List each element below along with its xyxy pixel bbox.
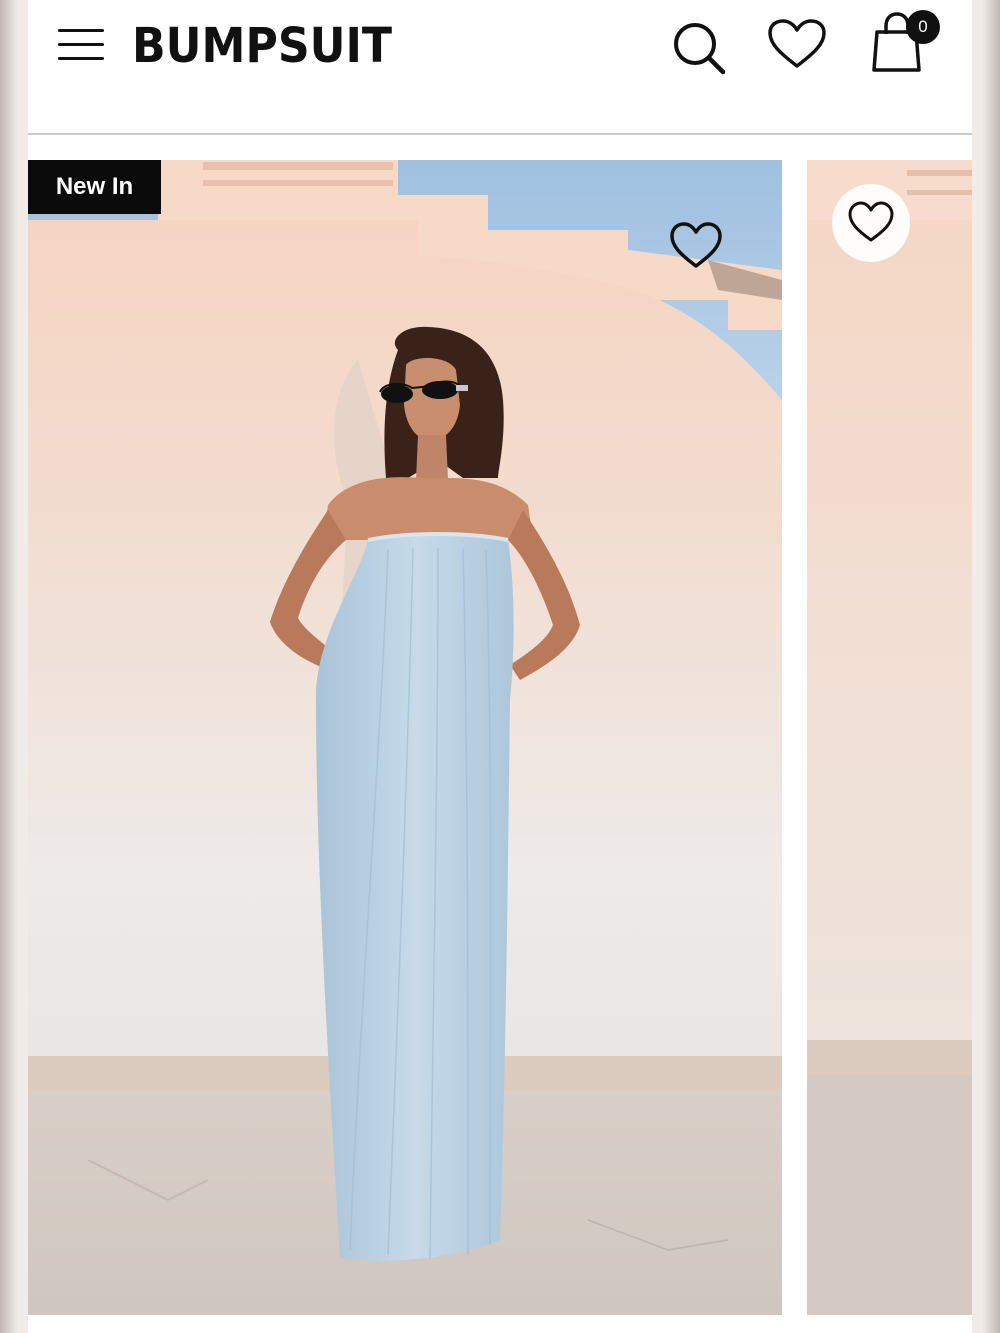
search-icon — [674, 23, 726, 75]
brand-logo[interactable]: BUMPSUIT — [132, 18, 392, 74]
hamburger-line — [58, 43, 104, 46]
product-image[interactable] — [807, 160, 972, 1315]
app-screen: BUMPSUIT 0 New In — [28, 0, 972, 1333]
cart-button[interactable]: 0 — [864, 10, 944, 76]
hamburger-line — [58, 29, 104, 32]
menu-button[interactable] — [56, 26, 106, 66]
heart-icon — [768, 19, 826, 68]
hamburger-line — [58, 57, 104, 60]
heart-icon — [670, 222, 722, 268]
new-in-badge: New In — [28, 160, 161, 214]
cart-count-badge: 0 — [906, 10, 940, 44]
add-to-wishlist-button[interactable] — [832, 184, 910, 262]
wishlist-button[interactable] — [766, 18, 828, 70]
site-header: BUMPSUIT 0 — [28, 0, 972, 135]
product-card-next[interactable] — [807, 160, 972, 1315]
search-button[interactable] — [668, 18, 730, 76]
product-card[interactable]: New In — [28, 160, 782, 1315]
add-to-wishlist-button[interactable] — [668, 220, 724, 272]
heart-icon — [848, 201, 894, 242]
product-image[interactable] — [28, 160, 782, 1315]
